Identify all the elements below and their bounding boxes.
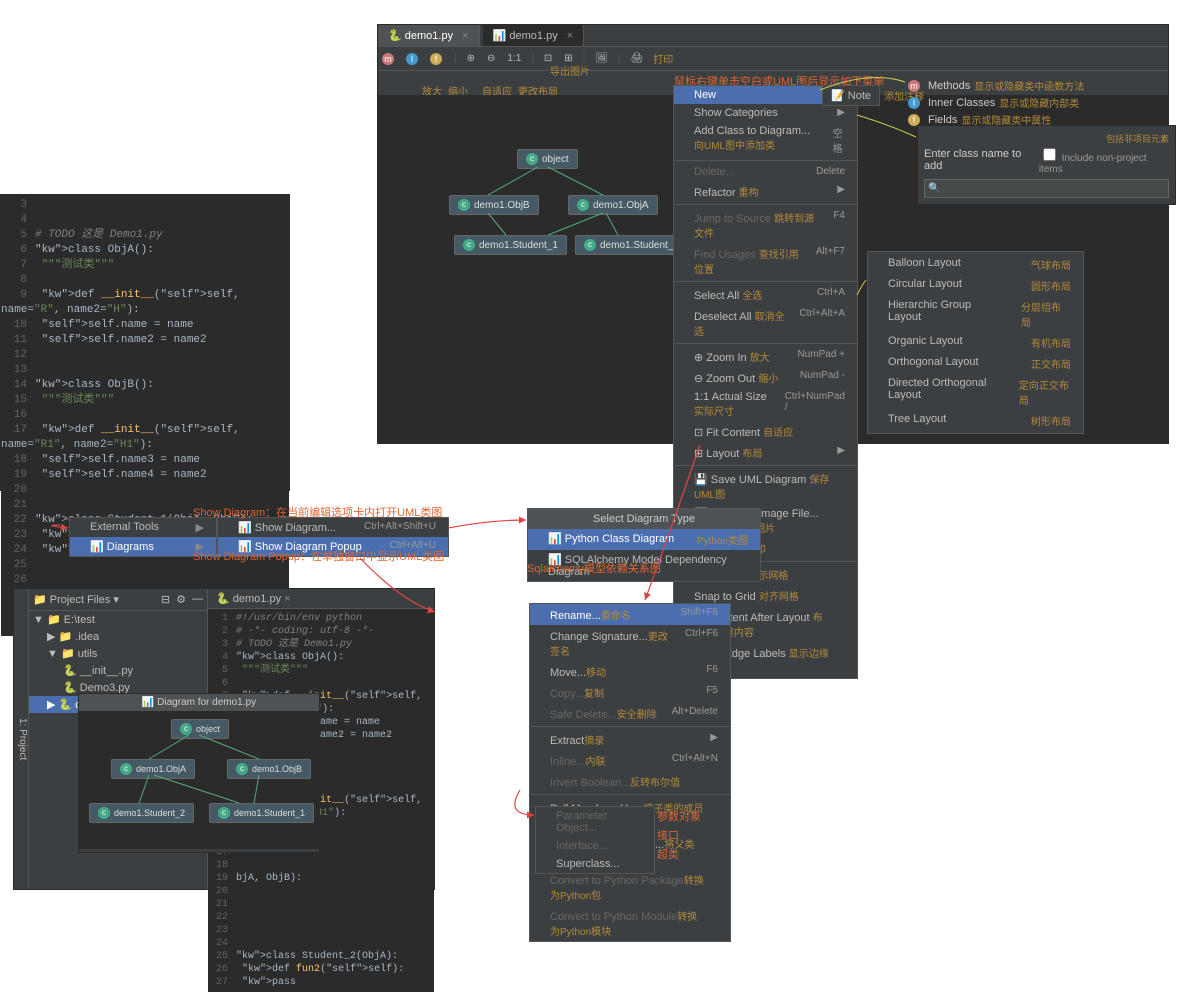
zoom-out-icon[interactable]: ⊖: [485, 51, 497, 66]
ctx-jump-to-source[interactable]: Jump to Source 跳转到源文件F4: [674, 207, 857, 243]
python-class-diagram-item[interactable]: 📊 Python Class DiagramPython类图: [528, 529, 760, 550]
zoom-in-icon[interactable]: ⊕: [465, 51, 477, 66]
layout-organic-layout[interactable]: Organic Layout有机布局: [868, 332, 1083, 353]
external-tools-item[interactable]: External Tools▶: [70, 518, 216, 537]
select-diagram-title: Select Diagram Type: [528, 509, 760, 529]
ctx-zoom-out[interactable]: ⊖ Zoom Out 缩小NumPad -: [674, 367, 857, 388]
refactor-convert-to-python-module[interactable]: Convert to Python Module转换为Python模块: [530, 905, 730, 941]
refactor-convert-to-python-package[interactable]: Convert to Python Package转换为Python包: [530, 869, 730, 905]
diagram-context-menu: New▶Show Categories▶Add Class to Diagram…: [673, 85, 858, 679]
add-class-title: Enter class name to add: [924, 148, 1039, 172]
tree-idea[interactable]: ▶ 📁 .idea: [29, 628, 207, 645]
cat-methods[interactable]: mMethods 显示或隐藏类中函数方法: [908, 77, 1084, 94]
diagram-popup: 📊 Diagram for demo1.py cobject cdemo1.Ob…: [78, 693, 320, 853]
node-student1[interactable]: cdemo1.Student_1: [454, 235, 567, 255]
ctx-layout[interactable]: ⊞ Layout 布局▶: [674, 442, 857, 463]
add-class-panel: 包括非项目元素 Enter class name to add Include …: [917, 125, 1176, 205]
ctx-deselect-all[interactable]: Deselect All 取消全选Ctrl+Alt+A: [674, 305, 857, 341]
code-area[interactable]: 345# TODO 这是 Demo1.py6"kw">class ObjA():…: [1, 195, 289, 636]
ctx-zoom-in[interactable]: ⊕ Zoom In 放大NumPad +: [674, 346, 857, 367]
show-popup-note: Show Diagram Popup：在单独窗口中显示UML类图: [193, 548, 444, 564]
print-label: 打印: [653, 51, 673, 66]
layout-balloon-layout[interactable]: Balloon Layout气球布局: [868, 254, 1083, 275]
project-tab[interactable]: 1: Project: [14, 589, 29, 889]
refactor-inline-[interactable]: Inline...内联Ctrl+Alt+N: [530, 750, 730, 771]
inner-classes-toggle-icon[interactable]: I: [406, 53, 418, 65]
settings-icon[interactable]: ⚙: [176, 593, 186, 606]
editor-tabs: 🐍 demo1.py × 📊 demo1.py ×: [378, 25, 1168, 47]
node-object[interactable]: cobject: [517, 149, 578, 169]
layout-submenu: Balloon Layout气球布局Circular Layout圆形布局Hie…: [867, 251, 1084, 434]
ctx-find-usages[interactable]: Find Usages 查找引用位置Alt+F7: [674, 243, 857, 279]
diagram-popup-title: Diagram for demo1.py: [157, 697, 256, 708]
layout-hierarchic-group-layout[interactable]: Hierarchic Group Layout分层组布局: [868, 296, 1083, 332]
categories-submenu: mMethods 显示或隐藏类中函数方法IInner Classes 显示或隐藏…: [908, 77, 1084, 128]
include-nonproject-checkbox[interactable]: [1043, 148, 1056, 161]
hide-icon[interactable]: —: [192, 593, 203, 606]
refactor-move-[interactable]: Move...移动F6: [530, 661, 730, 682]
sqlalchemy-note: Sqlalchemy模型依赖关系图: [527, 560, 661, 576]
export-label: 导出图片: [550, 63, 590, 78]
layout-circular-layout[interactable]: Circular Layout圆形布局: [868, 275, 1083, 296]
layout-orthogonal-layout[interactable]: Orthogonal Layout正交布局: [868, 353, 1083, 374]
node-objb[interactable]: cdemo1.ObjB: [449, 195, 539, 215]
fields-toggle-icon[interactable]: f: [430, 53, 442, 65]
ctx-actual-size[interactable]: 1:1 Actual Size 实际尺寸Ctrl+NumPad /: [674, 388, 857, 421]
ctx-select-all[interactable]: Select All 全选Ctrl+A: [674, 284, 857, 305]
ctx-refactor[interactable]: Refactor 重构▶: [674, 181, 857, 202]
ctx-add-class-to-diagram-[interactable]: Add Class to Diagram... 向UML图中添加类空格: [674, 122, 857, 158]
cat-inner-classes[interactable]: IInner Classes 显示或隐藏内部类: [908, 94, 1084, 111]
layout-directed-orthogonal-layout[interactable]: Directed Orthogonal Layout定向正交布局: [868, 374, 1083, 410]
tab-demo1-py-1[interactable]: 🐍 demo1.py ×: [378, 25, 480, 46]
refactor-menu: Rename...重命名Shift+F6Change Signature...更…: [529, 603, 731, 942]
node-student2[interactable]: cdemo1.Student_2: [575, 235, 688, 255]
tree-init[interactable]: 🐍 __init__.py: [29, 662, 207, 679]
class-search-input[interactable]: 🔍: [924, 179, 1169, 198]
tree-root[interactable]: ▼ 📁 E:\test: [29, 611, 207, 628]
show-diagram-item[interactable]: 📊 Show Diagram...Ctrl+Alt+Shift+U: [218, 518, 448, 537]
tree-utils[interactable]: ▼ 📁 utils: [29, 645, 207, 662]
show-diagram-note: Show Diagram：在当前编辑选项卡内打开UML类图: [193, 504, 442, 520]
refactor-invert-boolean-[interactable]: Invert Boolean...反转布尔值: [530, 771, 730, 792]
ctx-fit-content[interactable]: ⊡ Fit Content 自适应: [674, 421, 857, 442]
ctx-show-categories[interactable]: Show Categories▶: [674, 104, 857, 122]
collapse-icon[interactable]: ⊟: [161, 593, 170, 606]
extract-interface-[interactable]: Interface...: [536, 837, 654, 855]
actual-size-icon[interactable]: 1:1: [505, 51, 523, 66]
node-obja[interactable]: cdemo1.ObjA: [568, 195, 658, 215]
print-icon[interactable]: 🖨: [629, 51, 646, 66]
refactor-copy-[interactable]: Copy...复制F5: [530, 682, 730, 703]
refactor-safe-delete-[interactable]: Safe Delete...安全删除Alt+Delete: [530, 703, 730, 724]
extract-superclass-[interactable]: Superclass...: [536, 855, 654, 873]
ctx-save-uml-diagram[interactable]: 💾 Save UML Diagram 保存UML图: [674, 468, 857, 504]
diagram-toolbar: m I f | ⊕ ⊖ 1:1 | ⊡ ⊞ | 🖼 | 🖨打印: [378, 47, 1168, 71]
project-files-label: Project Files: [50, 594, 111, 606]
code-editor-top: 345# TODO 这是 Demo1.py6"kw">class ObjA():…: [0, 194, 290, 491]
methods-toggle-icon[interactable]: m: [382, 53, 394, 65]
refactor-rename-[interactable]: Rename...重命名Shift+F6: [530, 604, 730, 625]
export-icon[interactable]: 🖼: [593, 51, 610, 66]
tab-demo1-py-2[interactable]: 📊 demo1.py ×: [483, 25, 585, 46]
ctx-delete-[interactable]: Delete...Delete: [674, 163, 857, 181]
diagram-popup-canvas[interactable]: cobject cdemo1.ObjA cdemo1.ObjB cdemo1.S…: [79, 711, 319, 849]
extract-submenu: Parameter Object...Interface...Superclas…: [535, 806, 655, 874]
refactor-change-signature-[interactable]: Change Signature...更改签名Ctrl+F6: [530, 625, 730, 661]
extract-parameter-object-[interactable]: Parameter Object...: [536, 807, 654, 837]
refactor-extract[interactable]: Extract摘录▶: [530, 729, 730, 750]
layout-tree-layout[interactable]: Tree Layout树形布局: [868, 410, 1083, 431]
